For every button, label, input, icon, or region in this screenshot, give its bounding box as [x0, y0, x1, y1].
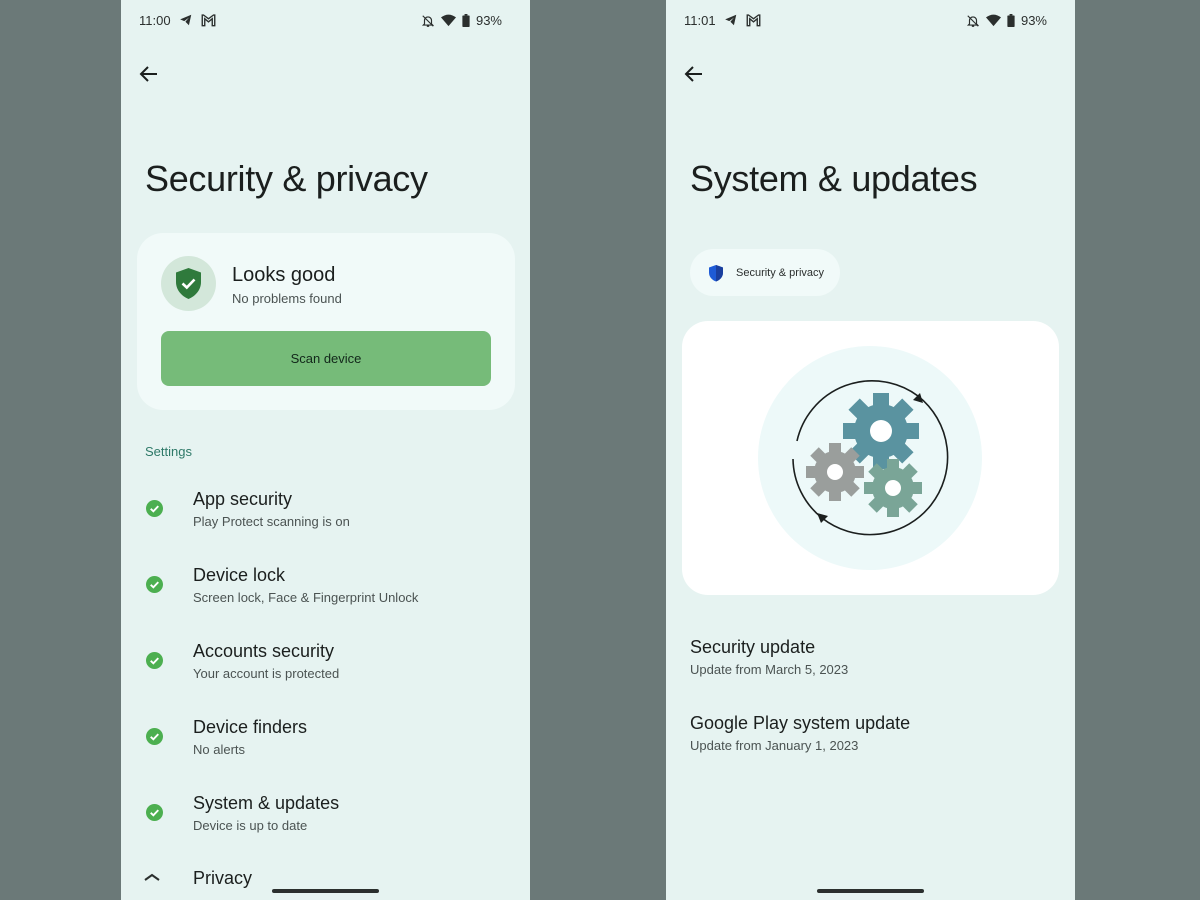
- telegram-icon: [179, 13, 193, 27]
- system-updates-screen: 11:01 93% System & updates Security & pr…: [666, 0, 1075, 900]
- status-subtitle: No problems found: [232, 291, 342, 306]
- list-item-google-play-system-update[interactable]: Google Play system update Update from Ja…: [666, 713, 1075, 773]
- page-title: System & updates: [690, 158, 978, 199]
- notifications-off-icon: [966, 14, 980, 28]
- gears-sync-icon: [758, 346, 982, 570]
- security-privacy-chip[interactable]: Security & privacy: [690, 249, 840, 296]
- scan-device-button[interactable]: Scan device: [161, 331, 491, 386]
- status-time: 11:01: [684, 13, 716, 28]
- battery-percent: 93%: [1020, 13, 1047, 28]
- check-circle-icon: [146, 804, 163, 821]
- security-privacy-screen: 11:00 93% Security & privacy Looks good …: [121, 0, 530, 900]
- list-item-subtitle: Your account is protected: [193, 666, 340, 681]
- battery-percent: 93%: [475, 13, 502, 28]
- check-circle-icon: [146, 576, 163, 593]
- status-bar: 11:00 93%: [121, 0, 530, 40]
- check-circle-icon: [146, 728, 163, 745]
- status-time: 11:00: [139, 13, 171, 28]
- list-item-title: Privacy: [193, 868, 253, 888]
- list-item-device-finders[interactable]: Device finders No alerts: [121, 714, 530, 774]
- shield-check-icon: [161, 256, 216, 311]
- list-item-title: Accounts security: [193, 641, 335, 661]
- telegram-icon: [724, 13, 738, 27]
- check-circle-icon: [146, 652, 163, 669]
- list-item-privacy[interactable]: Privacy: [121, 862, 530, 900]
- list-item-subtitle: Update from January 1, 2023: [690, 738, 859, 753]
- battery-icon: [1007, 14, 1015, 27]
- list-item-subtitle: No alerts: [193, 742, 246, 757]
- status-bar: 11:01 93%: [666, 0, 1075, 40]
- list-item-app-security[interactable]: App security Play Protect scanning is on: [121, 486, 530, 546]
- list-item-title: Device finders: [193, 717, 308, 737]
- system-illustration-card: [682, 321, 1059, 595]
- back-button[interactable]: [137, 62, 161, 86]
- security-status-card: Looks good No problems found Scan device: [137, 233, 515, 410]
- page-title: Security & privacy: [145, 158, 428, 199]
- chevron-up-icon: [144, 873, 160, 881]
- list-item-system-updates[interactable]: System & updates Device is up to date: [121, 790, 530, 850]
- list-item-title: Google Play system update: [690, 713, 911, 733]
- list-item-title: System & updates: [193, 793, 340, 813]
- arrow-back-icon: [139, 66, 157, 82]
- list-item-title: Security update: [690, 637, 816, 657]
- chip-label: Security & privacy: [736, 266, 825, 279]
- back-button[interactable]: [682, 62, 706, 86]
- gesture-nav-bar[interactable]: [817, 889, 924, 893]
- list-item-subtitle: Play Protect scanning is on: [193, 514, 350, 529]
- gesture-nav-bar[interactable]: [272, 889, 379, 893]
- wifi-icon: [440, 14, 456, 27]
- notifications-off-icon: [421, 14, 435, 28]
- wifi-icon: [985, 14, 1001, 27]
- list-item-security-update[interactable]: Security update Update from March 5, 202…: [666, 637, 1075, 697]
- shield-icon: [709, 264, 723, 281]
- list-item-accounts-security[interactable]: Accounts security Your account is protec…: [121, 638, 530, 698]
- list-item-subtitle: Screen lock, Face & Fingerprint Unlock: [193, 590, 419, 605]
- list-item-title: App security: [193, 489, 293, 509]
- list-item-device-lock[interactable]: Device lock Screen lock, Face & Fingerpr…: [121, 562, 530, 622]
- settings-section-label: Settings: [145, 444, 192, 459]
- arrow-back-icon: [684, 66, 702, 82]
- battery-icon: [462, 14, 470, 27]
- check-circle-icon: [146, 500, 163, 517]
- list-item-subtitle: Update from March 5, 2023: [690, 662, 849, 677]
- status-title: Looks good: [232, 264, 336, 286]
- list-item-title: Device lock: [193, 565, 286, 585]
- list-item-subtitle: Device is up to date: [193, 818, 308, 833]
- gmail-icon: [746, 13, 761, 27]
- gmail-icon: [201, 13, 216, 27]
